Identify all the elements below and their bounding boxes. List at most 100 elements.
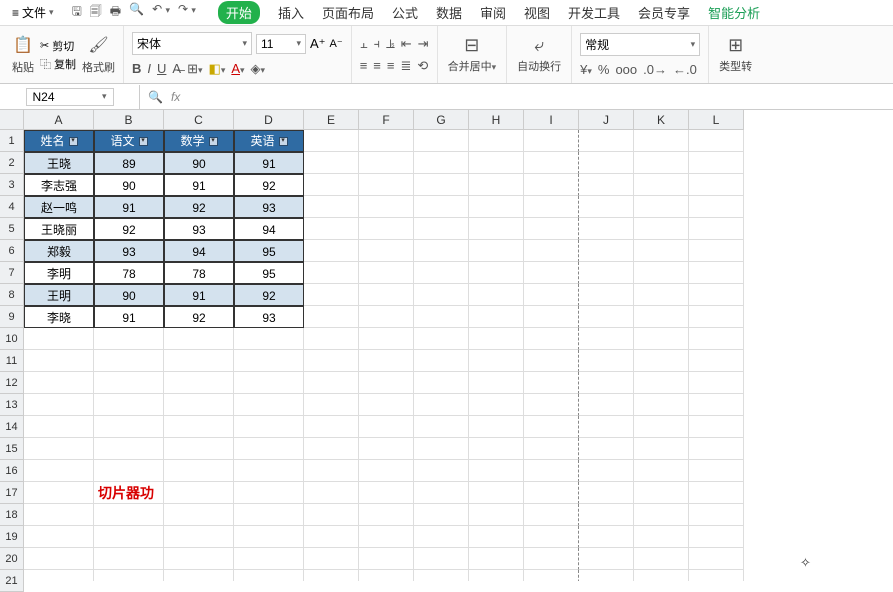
tab-1[interactable]: 插入 xyxy=(278,3,304,22)
cell[interactable] xyxy=(414,350,469,372)
cell[interactable] xyxy=(94,570,164,581)
cell[interactable] xyxy=(359,306,414,328)
cell-styles-button[interactable]: ⊞ 类型转 xyxy=(709,26,762,83)
cell[interactable] xyxy=(524,548,579,570)
cell[interactable]: 数学▾ xyxy=(164,130,234,152)
cell[interactable] xyxy=(164,548,234,570)
cell[interactable] xyxy=(24,570,94,581)
column-header[interactable]: E xyxy=(304,110,359,130)
cell[interactable] xyxy=(414,240,469,262)
align-right-icon[interactable]: ≡ xyxy=(387,58,395,74)
cell[interactable] xyxy=(634,196,689,218)
print-icon[interactable]: 🖶 xyxy=(110,2,121,23)
decrease-decimal-icon[interactable]: ←.0 xyxy=(673,62,697,77)
cell[interactable] xyxy=(304,416,359,438)
cell[interactable] xyxy=(304,284,359,306)
cell[interactable] xyxy=(94,548,164,570)
cell[interactable] xyxy=(579,548,634,570)
row-header[interactable]: 12 xyxy=(0,372,24,394)
cell[interactable] xyxy=(469,416,524,438)
comma-icon[interactable]: ooo xyxy=(615,62,637,77)
tab-7[interactable]: 开发工具 xyxy=(568,3,620,22)
filter-dropdown-icon[interactable]: ▾ xyxy=(139,137,148,146)
cell[interactable]: 93 xyxy=(234,306,304,328)
cell[interactable] xyxy=(94,372,164,394)
merge-center-button[interactable]: ⊟ 合并居中▾ xyxy=(438,26,508,83)
cell[interactable] xyxy=(579,306,634,328)
cell[interactable]: 92 xyxy=(164,306,234,328)
cell[interactable] xyxy=(689,196,744,218)
cell[interactable]: 91 xyxy=(164,174,234,196)
cell[interactable]: 90 xyxy=(94,284,164,306)
fill-color-button[interactable]: ◧▾ xyxy=(209,61,226,77)
cell[interactable] xyxy=(689,350,744,372)
cell[interactable] xyxy=(689,504,744,526)
cell[interactable]: 91 xyxy=(164,284,234,306)
increase-font-icon[interactable]: A⁺ xyxy=(310,36,326,52)
row-header[interactable]: 5 xyxy=(0,218,24,240)
currency-icon[interactable]: ¥▾ xyxy=(580,62,592,77)
cell[interactable] xyxy=(414,416,469,438)
format-painter-icon[interactable]: 🖌 xyxy=(88,35,108,55)
cell[interactable] xyxy=(414,328,469,350)
cell[interactable] xyxy=(359,526,414,548)
cell[interactable] xyxy=(304,218,359,240)
cell[interactable] xyxy=(94,350,164,372)
wrap-text-button[interactable]: ⤶ 自动换行 xyxy=(507,26,572,83)
cell[interactable] xyxy=(579,460,634,482)
cell[interactable] xyxy=(524,174,579,196)
justify-icon[interactable]: ≣ xyxy=(400,58,411,74)
cell[interactable] xyxy=(579,504,634,526)
cell[interactable] xyxy=(304,328,359,350)
row-header[interactable]: 3 xyxy=(0,174,24,196)
row-header[interactable]: 10 xyxy=(0,328,24,350)
cell[interactable] xyxy=(469,218,524,240)
row-header[interactable]: 4 xyxy=(0,196,24,218)
cell[interactable] xyxy=(304,130,359,152)
cell[interactable] xyxy=(24,328,94,350)
cell[interactable] xyxy=(524,306,579,328)
cell[interactable] xyxy=(359,240,414,262)
cell[interactable] xyxy=(359,196,414,218)
row-header[interactable]: 8 xyxy=(0,284,24,306)
cell[interactable] xyxy=(234,570,304,581)
cell[interactable] xyxy=(634,262,689,284)
cell[interactable] xyxy=(634,218,689,240)
cell[interactable] xyxy=(304,460,359,482)
cell[interactable] xyxy=(524,526,579,548)
underline-button[interactable]: U xyxy=(157,61,166,77)
cell[interactable] xyxy=(689,438,744,460)
cell[interactable]: 89 xyxy=(94,152,164,174)
cell[interactable] xyxy=(469,570,524,581)
cell[interactable] xyxy=(524,416,579,438)
cell[interactable] xyxy=(579,372,634,394)
cell[interactable] xyxy=(304,570,359,581)
cell[interactable] xyxy=(164,570,234,581)
cell[interactable] xyxy=(634,526,689,548)
filter-dropdown-icon[interactable]: ▾ xyxy=(69,137,78,146)
cell[interactable] xyxy=(579,482,634,504)
cell[interactable] xyxy=(234,372,304,394)
cell[interactable] xyxy=(359,130,414,152)
cell[interactable] xyxy=(469,328,524,350)
annotation-text[interactable]: 切片器功能 xyxy=(94,482,164,504)
cell[interactable] xyxy=(414,218,469,240)
cell[interactable] xyxy=(24,416,94,438)
cell[interactable]: 92 xyxy=(94,218,164,240)
cell[interactable] xyxy=(94,460,164,482)
cell[interactable] xyxy=(579,196,634,218)
cell[interactable] xyxy=(414,570,469,581)
cell[interactable] xyxy=(469,174,524,196)
cell[interactable] xyxy=(469,394,524,416)
row-header[interactable]: 19 xyxy=(0,526,24,548)
cell[interactable]: 王晓丽 xyxy=(24,218,94,240)
tab-4[interactable]: 数据 xyxy=(436,3,462,22)
cell[interactable] xyxy=(524,240,579,262)
strikethrough-button[interactable]: A̶ xyxy=(172,61,181,77)
column-header[interactable]: L xyxy=(689,110,744,130)
cell[interactable] xyxy=(164,526,234,548)
cell[interactable] xyxy=(524,196,579,218)
cell[interactable] xyxy=(304,240,359,262)
cell[interactable] xyxy=(304,394,359,416)
cell[interactable] xyxy=(469,284,524,306)
